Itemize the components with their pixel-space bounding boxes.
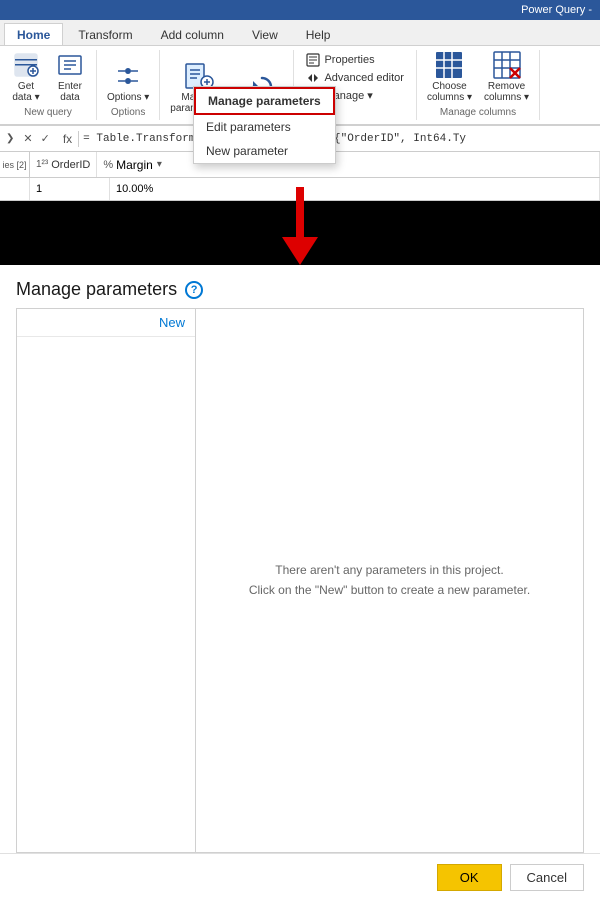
choose-columns-icon bbox=[433, 49, 465, 81]
margin-column-header[interactable]: % Margin ▾ bbox=[97, 152, 600, 177]
options-button[interactable]: Options ▾ bbox=[103, 58, 153, 105]
options-label: Options ▾ bbox=[107, 92, 149, 103]
enter-data-icon bbox=[54, 49, 86, 81]
orderid-label: OrderID bbox=[51, 159, 90, 171]
dropdown-item-new-parameter[interactable]: New parameter bbox=[194, 139, 335, 163]
orderid-cell: 1 bbox=[30, 178, 110, 200]
123-icon: 1²³ bbox=[36, 159, 48, 170]
new-query-label: New query bbox=[24, 107, 72, 118]
dropdown-item-manage-parameters[interactable]: Manage parameters bbox=[194, 87, 335, 115]
empty-message-line2: Click on the "New" button to create a ne… bbox=[249, 581, 530, 600]
dropdown-item-edit-parameters[interactable]: Edit parameters bbox=[194, 115, 335, 139]
queries-label: ies [2] bbox=[2, 160, 26, 170]
tab-help[interactable]: Help bbox=[293, 23, 344, 45]
remove-columns-label: Removecolumns ▾ bbox=[484, 81, 529, 103]
dialog-footer: OK Cancel bbox=[0, 853, 600, 905]
param-list-panel: New bbox=[16, 308, 196, 853]
advanced-editor-button[interactable]: Advanced editor bbox=[300, 69, 410, 87]
choose-columns-button[interactable]: Choosecolumns ▾ bbox=[423, 47, 476, 105]
power-query-ribbon-screenshot: Power Query - Home Transform Add column … bbox=[0, 0, 600, 265]
formula-confirm-btn[interactable]: ✓ bbox=[38, 131, 53, 146]
formula-cancel-btn[interactable]: ✕ bbox=[20, 131, 35, 146]
margin-value: 10.00% bbox=[116, 183, 153, 195]
dialog-title-row: Manage parameters ? bbox=[0, 265, 600, 308]
remove-columns-button[interactable]: Removecolumns ▾ bbox=[480, 47, 533, 105]
percent-icon: % bbox=[103, 159, 113, 171]
queries-expand-chevron[interactable]: ❯ bbox=[4, 131, 16, 146]
formula-input[interactable]: = Table.TransformColumnTypes(Source, {{"… bbox=[83, 133, 596, 145]
tab-add-column[interactable]: Add column bbox=[148, 23, 237, 45]
new-query-group: Getdata ▾ Enterdata bbox=[0, 50, 97, 120]
arrow-shaft bbox=[296, 187, 304, 237]
dialog-body: New There aren't any parameters in this … bbox=[0, 308, 600, 853]
tab-home[interactable]: Home bbox=[4, 23, 63, 45]
arrow-head bbox=[282, 237, 318, 265]
new-parameter-button[interactable]: New bbox=[17, 309, 195, 337]
param-list-empty-area bbox=[17, 337, 195, 852]
ok-button[interactable]: OK bbox=[437, 864, 502, 891]
options-group-label: Options bbox=[111, 107, 145, 118]
options-icon bbox=[112, 60, 144, 92]
queries-expand-panel[interactable]: ies [2] bbox=[0, 152, 30, 177]
advanced-editor-label: Advanced editor bbox=[324, 72, 404, 84]
manage-columns-label: Manage columns bbox=[440, 107, 516, 118]
remove-columns-icon bbox=[491, 49, 523, 81]
margin-column-label: Margin bbox=[116, 158, 153, 172]
help-icon[interactable]: ? bbox=[185, 281, 203, 299]
manage-parameters-dialog: Manage parameters ? New There aren't any… bbox=[0, 265, 600, 905]
app-title: Power Query - bbox=[521, 4, 592, 16]
tab-view[interactable]: View bbox=[239, 23, 291, 45]
formula-fx-label: fx bbox=[57, 131, 79, 147]
row-number-cell bbox=[0, 178, 30, 200]
orderid-value: 1 bbox=[36, 183, 42, 195]
orderid-column-header[interactable]: 1²³ OrderID bbox=[30, 152, 97, 177]
tab-row: Home Transform Add column View Help bbox=[0, 20, 600, 46]
margin-dropdown-arrow[interactable]: ▾ bbox=[157, 159, 162, 170]
tab-transform[interactable]: Transform bbox=[65, 23, 145, 45]
dialog-title: Manage parameters bbox=[16, 279, 177, 300]
choose-columns-label: Choosecolumns ▾ bbox=[427, 81, 472, 103]
properties-button[interactable]: Properties bbox=[300, 51, 380, 69]
arrow-indicator bbox=[282, 187, 318, 265]
properties-label: Properties bbox=[324, 54, 374, 66]
formula-nav: ✕ ✓ bbox=[20, 131, 52, 146]
manage-columns-group: Choosecolumns ▾ bbox=[417, 50, 540, 120]
empty-message-line1: There aren't any parameters in this proj… bbox=[275, 561, 503, 580]
title-bar: Power Query - bbox=[0, 0, 600, 20]
get-data-icon bbox=[10, 49, 42, 81]
cancel-button[interactable]: Cancel bbox=[510, 864, 584, 891]
get-data-button[interactable]: Getdata ▾ bbox=[6, 47, 46, 105]
enter-data-label: Enterdata bbox=[58, 81, 82, 103]
param-detail-panel: There aren't any parameters in this proj… bbox=[196, 308, 584, 853]
enter-data-button[interactable]: Enterdata bbox=[50, 47, 90, 105]
ribbon-area: Power Query - Home Transform Add column … bbox=[0, 0, 600, 201]
get-data-label: Getdata ▾ bbox=[12, 81, 39, 103]
options-group: Options ▾ Options bbox=[97, 50, 160, 120]
manage-parameters-dropdown: Manage parameters Edit parameters New pa… bbox=[193, 86, 336, 164]
margin-cell: 10.00% bbox=[110, 178, 600, 200]
